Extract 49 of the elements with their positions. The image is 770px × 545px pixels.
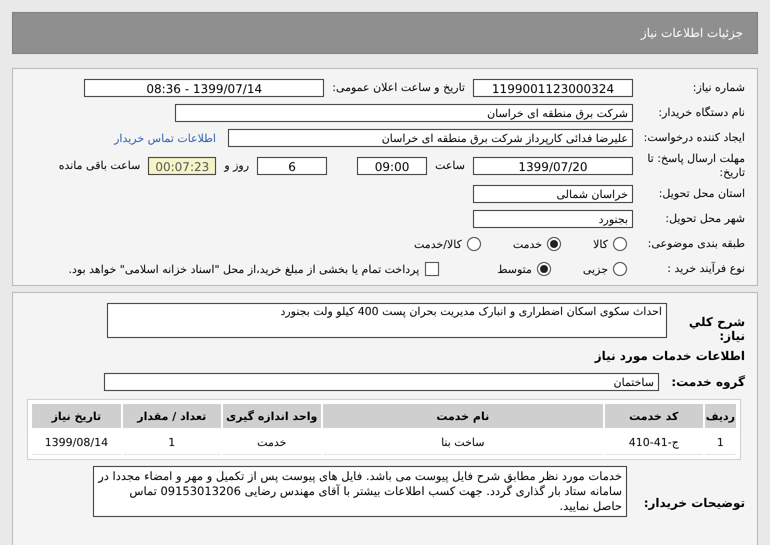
deadline-date-field: 1399/07/20 (473, 157, 633, 175)
buyer-notes-field: خدمات مورد نظر مطابق شرح فایل پیوست می باشد. فایل های پیوست پس از تکمیل و مهر و امضاء مجددا در سامانه ستاد بار گذاری گردد. جهت کسب اطلاعات بیشتر با آقای مهندس رضایی 09153013206 تماس حاصل نمایید. (93, 466, 627, 517)
table-cell: 1399/08/14 (32, 430, 121, 455)
option-label: کالا/خدمت (414, 238, 462, 250)
column-header: نام خدمت (322, 404, 603, 428)
field-label: نام دستگاه خریدار: (657, 106, 745, 120)
table-cell: 1 (122, 430, 221, 455)
contact-link[interactable]: اطلاعات تماس خریدار (114, 132, 216, 144)
need-summary-field: احداث سکوی اسکان اضطراری و انبارک مدیریت بحران پست 400 کیلو ولت بجنورد (107, 303, 667, 338)
city-field: بجنورد (473, 210, 633, 228)
column-header: تعداد / مقدار (122, 404, 221, 428)
table-cell: خدمت (222, 430, 321, 455)
option-label: متوسط (497, 262, 532, 276)
field-label: ساعت (435, 159, 465, 173)
buyer-org-field: شرکت برق منطقه ای خراسان (175, 104, 633, 122)
table-cell: 1 (704, 430, 736, 455)
requester-field: علیرضا فدائی کارپرداز شرکت برق منطقه ای خراسان (228, 129, 633, 147)
column-header: ردیف (704, 404, 736, 428)
deadline-time-field: 09:00 (357, 157, 428, 175)
field-label: تاریخ و ساعت اعلان عمومی: (332, 81, 465, 95)
announce-date-field: 1399/07/14 - 08:36 (84, 79, 324, 97)
option-label: جزیی (582, 262, 608, 276)
field-label: ایجاد کننده درخواست: (642, 131, 745, 145)
field-label: نوع فرآیند خرید : (666, 262, 745, 276)
field-label: شرح کلي نياز: (688, 315, 745, 343)
field-label: طبقه بندی موضوعی: (646, 237, 745, 251)
option-label: کالا (593, 238, 608, 250)
column-header: کد خدمت (604, 404, 703, 428)
section-heading: اطلاعات خدمات مورد نیاز (593, 349, 745, 363)
column-header: تاریخ نیاز (32, 404, 121, 428)
field-label: روز و (224, 159, 250, 173)
field-label: مهلت ارسال پاسخ: تا تاریخ: (646, 152, 745, 180)
table-cell: ساخت بنا (322, 430, 603, 455)
column-header: واحد اندازه گیری (222, 404, 321, 428)
field-label: گروه خدمت: (670, 375, 745, 389)
page-title: جزئیات اطلاعات نیاز (640, 26, 743, 40)
checkbox-label: پرداخت تمام یا بخشی از مبلغ خرید،از محل "اسناد خزانه اسلامی" خواهد بود. (68, 262, 420, 276)
field-label: شماره نیاز: (692, 81, 745, 95)
field-label: شهر محل تحویل: (664, 212, 745, 226)
days-field: 6 (257, 157, 328, 175)
need-number-field: 1199001123000324 (473, 79, 633, 97)
remaining-time-field: 00:07:23 (148, 157, 216, 175)
table-cell: ج-41-410 (604, 430, 703, 455)
option-label: خدمت (512, 238, 542, 250)
field-label: توضیحات خریدار: (642, 496, 745, 510)
field-label: استان محل تحویل: (658, 187, 745, 201)
province-field: خراسان شمالی (473, 185, 633, 203)
field-label: ساعت باقی مانده (58, 159, 140, 173)
service-group-field: ساختمان (104, 373, 659, 391)
